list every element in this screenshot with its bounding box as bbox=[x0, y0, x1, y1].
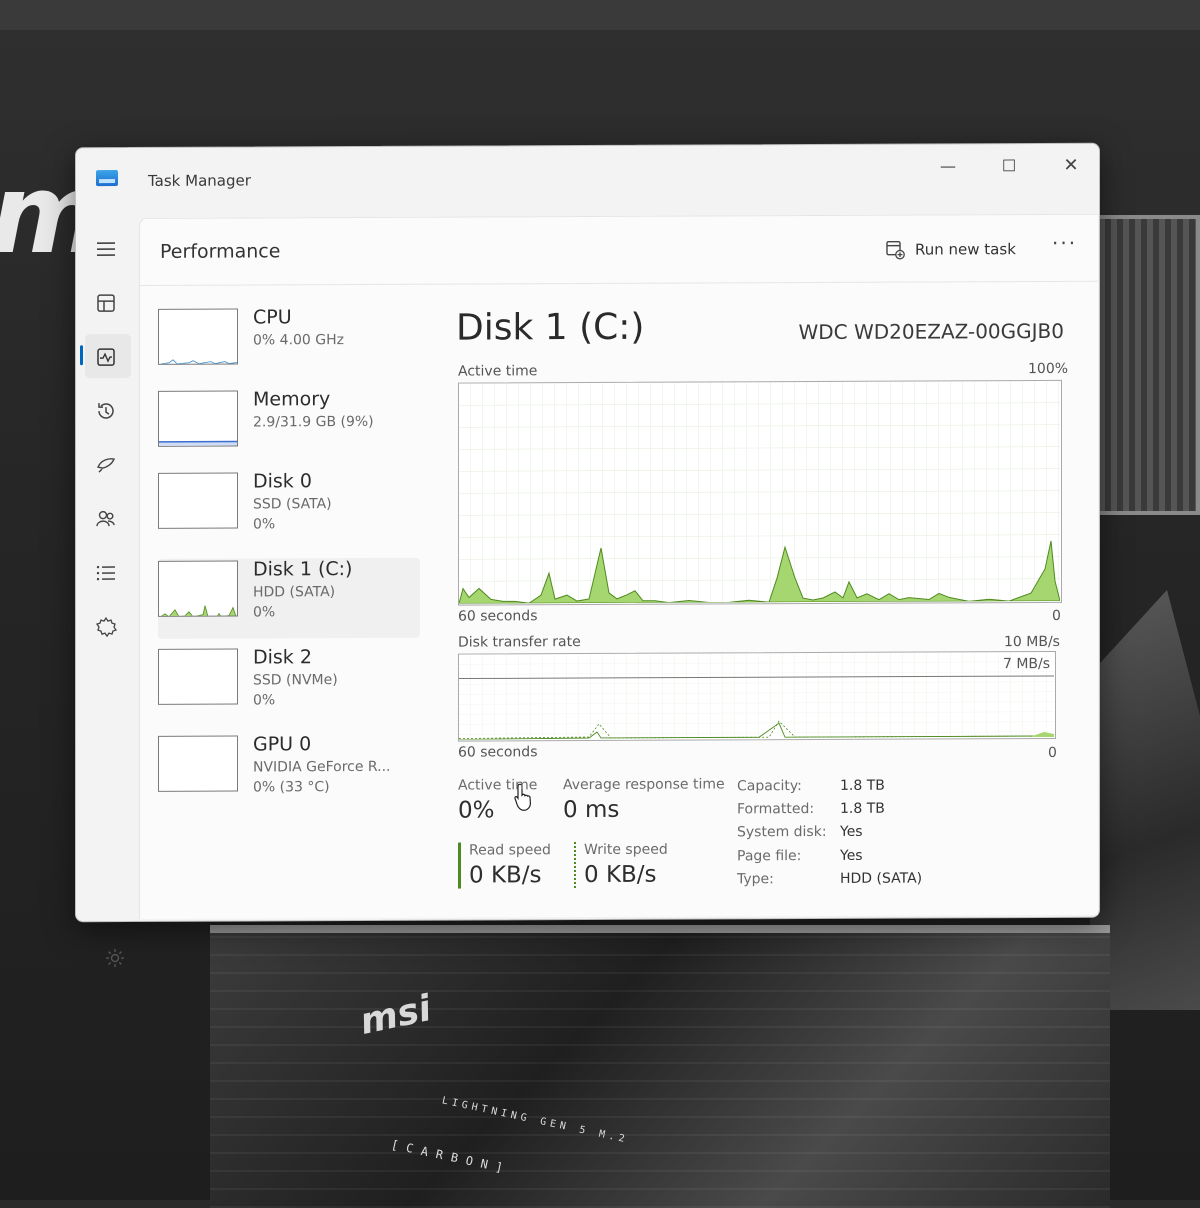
device-item-disk-0[interactable]: Disk 0 SSD (SATA) 0% bbox=[158, 470, 420, 551]
close-button[interactable]: ✕ bbox=[1051, 154, 1091, 178]
disk-2-thumbnail-graph bbox=[158, 648, 238, 705]
minimize-button[interactable]: — bbox=[928, 154, 968, 178]
type-label: Type: bbox=[737, 871, 774, 888]
device-usage: 0% bbox=[253, 604, 276, 621]
wallpaper-motherboard bbox=[210, 925, 1110, 1208]
monitor-bezel bbox=[0, 0, 1200, 30]
page-title: Performance bbox=[160, 240, 281, 263]
device-name: Disk 2 bbox=[253, 646, 312, 669]
formatted-value: 1.8 TB bbox=[840, 800, 885, 817]
device-detail: NVIDIA GeForce R... bbox=[253, 758, 391, 776]
system-disk-label: System disk: bbox=[737, 823, 827, 841]
device-detail: 2.9/31.9 GB (9%) bbox=[253, 413, 374, 431]
device-usage: 0% (33 °C) bbox=[253, 779, 330, 796]
device-detail: SSD (SATA) bbox=[253, 496, 332, 513]
transfer-rate-graph-max: 10 MB/s bbox=[1004, 633, 1060, 651]
device-item-disk-2[interactable]: Disk 2 SSD (NVMe) 0% bbox=[158, 646, 420, 727]
transfer-rate-graph-label: Disk transfer rate bbox=[458, 634, 581, 651]
transfer-rate-graph: 7 MB/s bbox=[458, 650, 1056, 742]
page-file-label: Page file: bbox=[737, 848, 802, 865]
system-disk-value: Yes bbox=[840, 823, 863, 840]
active-time-graph-label: Active time bbox=[458, 363, 538, 380]
device-item-memory[interactable]: Memory 2.9/31.9 GB (9%) bbox=[158, 388, 420, 469]
active-time-stat-label: Active time bbox=[458, 777, 538, 794]
active-time-graph-max: 100% bbox=[1028, 360, 1069, 378]
formatted-label: Formatted: bbox=[737, 801, 815, 818]
page-file-value: Yes bbox=[840, 847, 863, 864]
device-name: CPU bbox=[253, 306, 292, 329]
active-time-graph-x-left: 60 seconds bbox=[458, 608, 538, 625]
transfer-rate-graph-x-left: 60 seconds bbox=[458, 744, 538, 761]
write-speed-indicator bbox=[574, 842, 576, 889]
window-title: Task Manager bbox=[148, 171, 251, 190]
device-detail: 0% 4.00 GHz bbox=[253, 332, 345, 349]
device-name: GPU 0 bbox=[253, 733, 312, 756]
device-name: Disk 0 bbox=[253, 470, 312, 493]
disk-0-thumbnail-graph bbox=[158, 472, 238, 529]
menu-icon[interactable] bbox=[93, 236, 119, 262]
cpu-thumbnail-graph bbox=[158, 308, 238, 365]
read-speed-value: 0 KB/s bbox=[469, 862, 542, 889]
capacity-label: Capacity: bbox=[737, 778, 802, 795]
startup-apps-icon[interactable] bbox=[93, 452, 119, 478]
nav-rail bbox=[76, 218, 138, 968]
task-manager-app-icon bbox=[96, 170, 118, 187]
write-speed-value: 0 KB/s bbox=[584, 861, 657, 889]
disk-title: Disk 1 (C:) bbox=[456, 306, 645, 349]
device-detail: SSD (NVMe) bbox=[253, 672, 338, 689]
disk-model: WDC WD20EZAZ-00GGJB0 bbox=[798, 318, 1065, 345]
services-icon[interactable] bbox=[93, 614, 119, 640]
nav-active-indicator bbox=[80, 345, 83, 366]
avg-response-stat-value: 0 ms bbox=[563, 796, 620, 824]
run-new-task-label: Run new task bbox=[915, 240, 1016, 259]
write-speed-label: Write speed bbox=[584, 841, 668, 859]
seven-mbps-label: 7 MB/s bbox=[1003, 655, 1051, 673]
read-speed-label: Read speed bbox=[469, 842, 551, 859]
avg-response-stat-label: Average response time bbox=[563, 776, 725, 794]
active-time-graph-x-right: 0 bbox=[1052, 607, 1061, 624]
run-new-task-icon bbox=[886, 240, 905, 260]
device-item-disk-1[interactable]: Disk 1 (C:) HDD (SATA) 0% bbox=[158, 557, 420, 639]
details-icon[interactable] bbox=[93, 560, 119, 586]
device-detail: HDD (SATA) bbox=[253, 584, 336, 601]
header-divider bbox=[140, 280, 1098, 286]
users-icon[interactable] bbox=[93, 506, 119, 532]
device-name: Memory bbox=[253, 388, 331, 411]
performance-page: Performance Run new task ··· CPU 0% 4.00… bbox=[139, 213, 1098, 919]
active-time-stat-value: 0% bbox=[458, 797, 495, 824]
performance-icon[interactable] bbox=[93, 344, 119, 370]
processes-icon[interactable] bbox=[93, 290, 119, 316]
device-name: Disk 1 (C:) bbox=[253, 558, 353, 581]
device-usage: 0% bbox=[253, 692, 276, 709]
read-speed-indicator bbox=[458, 842, 461, 889]
capacity-value: 1.8 TB bbox=[840, 777, 885, 794]
gpu-0-thumbnail-graph bbox=[158, 735, 238, 792]
memory-thumbnail-graph bbox=[158, 390, 238, 447]
device-usage: 0% bbox=[253, 516, 276, 533]
app-history-icon[interactable] bbox=[93, 398, 119, 424]
disk-1-thumbnail-graph bbox=[158, 560, 238, 617]
maximize-button[interactable]: ☐ bbox=[989, 154, 1029, 178]
wallpaper-motherboard-edge bbox=[1095, 215, 1200, 515]
settings-icon[interactable] bbox=[103, 946, 127, 970]
run-new-task-button[interactable]: Run new task bbox=[885, 239, 1016, 260]
device-item-cpu[interactable]: CPU 0% 4.00 GHz bbox=[158, 306, 420, 387]
transfer-rate-graph-x-right: 0 bbox=[1048, 744, 1057, 761]
active-time-graph bbox=[458, 379, 1062, 606]
task-manager-window: Task Manager — ☐ ✕ Performance Run new t… bbox=[75, 142, 1100, 968]
device-item-gpu-0[interactable]: GPU 0 NVIDIA GeForce R... 0% (33 °C) bbox=[158, 733, 420, 814]
type-value: HDD (SATA) bbox=[840, 870, 923, 887]
more-options-button[interactable]: ··· bbox=[1052, 231, 1077, 255]
